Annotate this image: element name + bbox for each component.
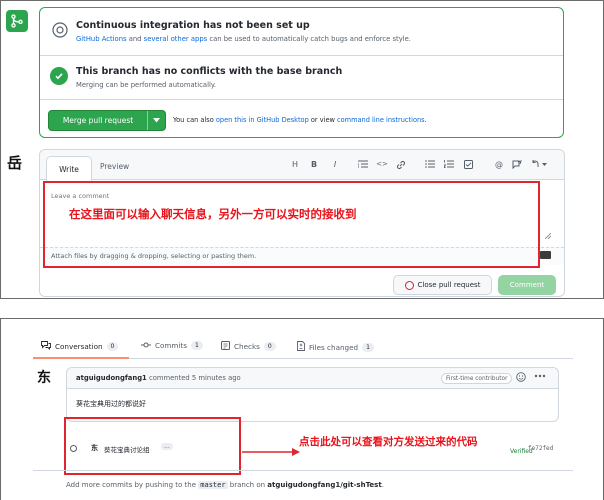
close-circle-icon xyxy=(404,280,414,290)
tab-count: 1 xyxy=(362,342,374,352)
markdown-icon xyxy=(540,251,551,265)
heading-icon[interactable]: H xyxy=(288,160,302,169)
link-icon[interactable] xyxy=(394,160,408,172)
also-end: . xyxy=(424,116,427,124)
tab-count: 1 xyxy=(190,341,203,350)
repo-link[interactable]: atguigudongfang1/git-shTest xyxy=(267,481,381,489)
no-conflicts-subtitle: Merging can be performed automatically. xyxy=(76,81,217,89)
close-button-label: Close pull request xyxy=(417,281,481,289)
mention-icon[interactable]: @ xyxy=(492,160,506,169)
contributor-badge: First-time contributor xyxy=(441,373,513,384)
merge-button-label: Merge pull request xyxy=(62,116,134,125)
arrow-right-icon xyxy=(242,441,300,460)
merge-status-box: Continuous integration has not been set … xyxy=(39,7,564,138)
annotation-text: 在这里面可以输入聊天信息，另外一方可以实时的接收到 xyxy=(69,207,357,221)
chevron-down-icon[interactable] xyxy=(147,111,165,130)
divider xyxy=(40,55,563,56)
comment-box: atguigudongfang1 commented 5 minutes ago… xyxy=(66,367,559,422)
comment-body: 葵花宝典用过的都说好 xyxy=(76,400,146,408)
reaction-icon[interactable] xyxy=(516,372,526,385)
merge-alternatives: You can also open this in GitHub Desktop… xyxy=(173,116,427,124)
tab-count: 0 xyxy=(263,342,276,351)
bold-icon[interactable]: B xyxy=(307,160,321,169)
file-diff-icon xyxy=(297,341,305,353)
annotation-box xyxy=(43,181,540,268)
commit-sha-link[interactable]: fe72fed xyxy=(528,445,553,452)
tab-checks[interactable]: Checks 0 xyxy=(221,341,276,352)
avatar: 东 xyxy=(37,370,51,386)
github-desktop-link[interactable]: open this in GitHub Desktop xyxy=(216,116,309,124)
addmore-end: . xyxy=(381,481,384,489)
no-conflicts-title: This branch has no conflicts with the ba… xyxy=(76,66,343,77)
merge-panel: Continuous integration has not been set … xyxy=(0,0,604,299)
comment-button[interactable]: Comment xyxy=(498,275,556,295)
tab-count: 0 xyxy=(106,342,119,351)
close-pull-request-button[interactable]: Close pull request xyxy=(393,275,492,295)
tab-conversation[interactable]: Conversation 0 xyxy=(41,341,119,352)
add-more-commits-note: Add more commits by pushing to the maste… xyxy=(66,481,384,489)
other-apps-link[interactable]: several other apps xyxy=(144,35,208,43)
also-mid: or view xyxy=(308,116,337,124)
tab-label: Commits xyxy=(155,341,187,350)
kebab-menu-icon[interactable] xyxy=(534,371,546,381)
quote-icon[interactable] xyxy=(356,160,370,170)
tab-write[interactable]: Write xyxy=(46,156,92,181)
tab-commits[interactable]: Commits 1 xyxy=(141,341,203,350)
ci-tail-text: can be used to automatically catch bugs … xyxy=(207,35,411,43)
addmore-mid: branch on xyxy=(227,481,268,489)
reference-icon[interactable] xyxy=(510,160,524,171)
conversation-panel: Conversation 0 Commits 1 Checks 0 Files … xyxy=(0,318,604,500)
github-actions-link[interactable]: GitHub Actions xyxy=(76,35,127,43)
code-icon[interactable]: <> xyxy=(375,160,389,168)
tab-label: Conversation xyxy=(55,342,103,351)
tab-label: Files changed xyxy=(309,342,359,352)
unordered-list-icon[interactable] xyxy=(423,160,437,170)
also-prefix: You can also xyxy=(173,116,216,124)
tab-preview[interactable]: Preview xyxy=(100,162,129,171)
annotation-box xyxy=(64,417,241,475)
merge-pull-request-button[interactable]: Merge pull request xyxy=(48,110,166,131)
ci-and-text: and xyxy=(126,35,144,43)
check-icon xyxy=(50,67,68,85)
git-merge-icon xyxy=(6,10,28,32)
italic-icon[interactable]: I xyxy=(328,160,342,169)
ci-icon xyxy=(52,22,68,38)
divider xyxy=(33,470,573,471)
active-tab-indicator xyxy=(33,357,129,359)
commit-icon xyxy=(141,341,151,350)
avatar: 岳 xyxy=(7,154,23,172)
task-list-icon[interactable] xyxy=(461,160,475,171)
command-line-link[interactable]: command line instructions xyxy=(337,116,425,124)
comment-author[interactable]: atguigudongfang1 xyxy=(76,374,147,382)
ordered-list-icon[interactable] xyxy=(442,160,456,170)
checklist-icon xyxy=(221,341,230,352)
comment-time: commented 5 minutes ago xyxy=(146,374,241,382)
addmore-prefix: Add more commits by pushing to the xyxy=(66,481,199,489)
tab-label: Checks xyxy=(234,342,260,351)
conversation-icon xyxy=(41,341,51,352)
ci-subtitle: GitHub Actions and several other apps ca… xyxy=(76,35,411,43)
ci-title: Continuous integration has not been set … xyxy=(76,20,310,31)
divider xyxy=(40,99,563,100)
tab-files-changed[interactable]: Files changed 1 xyxy=(297,341,374,353)
resize-handle-icon[interactable] xyxy=(544,232,552,241)
annotation-text: 点击此处可以查看对方发送过来的代码 xyxy=(299,436,478,448)
saved-replies-icon[interactable] xyxy=(530,160,550,170)
branch-name: master xyxy=(198,481,228,489)
